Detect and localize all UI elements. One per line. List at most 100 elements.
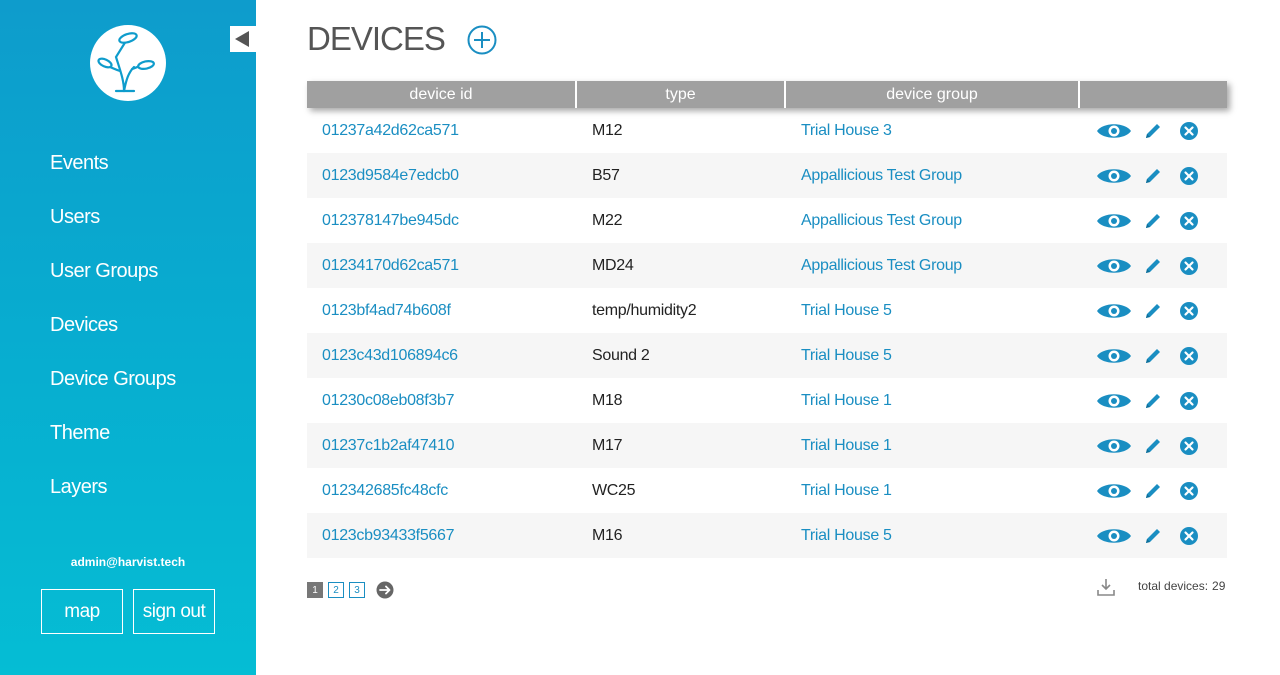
map-button[interactable]: map [41,589,123,634]
device-id-link[interactable]: 012342685fc48cfc [307,482,577,500]
sidebar-item-device-groups[interactable]: Device Groups [50,362,176,416]
pagination: 123 [307,581,394,599]
device-group-link[interactable]: Appallicious Test Group [786,167,1080,185]
column-header-type[interactable]: type [577,81,786,108]
page-button[interactable]: 3 [349,582,365,598]
sidebar-item-events[interactable]: Events [50,146,176,200]
total-devices-count: 29 [1212,579,1226,593]
edit-pencil-icon[interactable] [1143,423,1163,468]
view-icon[interactable] [1096,378,1132,423]
table-header: device id type device group [307,81,1227,108]
device-type: Sound 2 [592,346,650,364]
edit-pencil-icon[interactable] [1143,198,1163,243]
sidebar-item-users[interactable]: Users [50,200,176,254]
column-header-device-group[interactable]: device group [786,81,1080,108]
delete-x-icon[interactable] [1179,288,1199,333]
add-device-button[interactable] [467,25,497,55]
table-row: 0123cb93433f5667 M16 Trial House 5 [307,513,1227,558]
page-button[interactable]: 2 [328,582,344,598]
device-group-link[interactable]: Appallicious Test Group [786,212,1080,230]
edit-pencil-icon[interactable] [1143,243,1163,288]
device-group-link[interactable]: Trial House 1 [786,392,1080,410]
device-group-link[interactable]: Trial House 3 [786,122,1080,140]
device-id-link[interactable]: 0123c43d106894c6 [307,347,577,365]
edit-pencil-icon[interactable] [1143,333,1163,378]
user-email: admin@harvist.tech [70,555,186,569]
row-actions [1080,288,1227,333]
device-group-link[interactable]: Trial House 5 [786,302,1080,320]
sign-out-button[interactable]: sign out [133,589,215,634]
device-type: M22 [592,211,623,229]
table-row: 0123c43d106894c6 Sound 2 Trial House 5 [307,333,1227,378]
delete-x-icon[interactable] [1179,378,1199,423]
table-row: 01234170d62ca571 MD24 Appallicious Test Gr… [307,243,1227,288]
device-group-link[interactable]: Trial House 5 [786,347,1080,365]
harvist-logo-icon [97,32,155,93]
row-actions [1080,108,1227,153]
view-icon[interactable] [1096,513,1132,558]
delete-x-icon[interactable] [1179,108,1199,153]
device-id-link[interactable]: 01230c08eb08f3b7 [307,392,577,410]
sidebar: Events Users User Groups Devices Device … [0,0,256,675]
device-type: M17 [592,436,623,454]
device-group-link[interactable]: Trial House 5 [786,527,1080,545]
device-id-link[interactable]: 0123bf4ad74b608f [307,302,577,320]
device-id-link[interactable]: 0123d9584e7edcb0 [307,167,577,185]
row-actions [1080,333,1227,378]
table-row: 012342685fc48cfc WC25 Trial House 1 [307,468,1227,513]
device-type: M12 [592,121,623,139]
view-icon[interactable] [1096,423,1132,468]
edit-pencil-icon[interactable] [1143,378,1163,423]
device-type: B57 [592,166,620,184]
edit-pencil-icon[interactable] [1143,288,1163,333]
device-type: temp/humidity2 [592,301,697,319]
collapse-sidebar-button[interactable] [230,26,256,52]
table-row: 0123bf4ad74b608f temp/humidity2 Trial Hous… [307,288,1227,333]
delete-x-icon[interactable] [1179,243,1199,288]
view-icon[interactable] [1096,108,1132,153]
device-group-link[interactable]: Trial House 1 [786,437,1080,455]
sidebar-item-user-groups[interactable]: User Groups [50,254,176,308]
row-actions [1080,198,1227,243]
device-group-link[interactable]: Appallicious Test Group [786,257,1080,275]
edit-pencil-icon[interactable] [1143,513,1163,558]
edit-pencil-icon[interactable] [1143,153,1163,198]
page-button[interactable]: 1 [307,582,323,598]
sidebar-item-theme[interactable]: Theme [50,416,176,470]
view-icon[interactable] [1096,198,1132,243]
view-icon[interactable] [1096,153,1132,198]
device-id-link[interactable]: 01237a42d62ca571 [307,122,577,140]
view-icon[interactable] [1096,243,1132,288]
view-icon[interactable] [1096,288,1132,333]
sidebar-item-layers[interactable]: Layers [50,470,176,524]
arrow-left-icon [235,31,249,47]
delete-x-icon[interactable] [1179,333,1199,378]
device-id-link[interactable]: 01234170d62ca571 [307,257,577,275]
device-id-link[interactable]: 0123cb93433f5667 [307,527,577,545]
delete-x-icon[interactable] [1179,468,1199,513]
view-icon[interactable] [1096,468,1132,513]
delete-x-icon[interactable] [1179,198,1199,243]
column-header-actions [1080,81,1227,108]
plus-circle-icon [467,25,497,55]
delete-x-icon[interactable] [1179,153,1199,198]
download-icon [1097,579,1115,596]
page-title: DEVICES [307,20,446,57]
sidebar-item-devices[interactable]: Devices [50,308,176,362]
view-icon[interactable] [1096,333,1132,378]
column-header-device-id[interactable]: device id [307,81,577,108]
delete-x-icon[interactable] [1179,423,1199,468]
row-actions [1080,378,1227,423]
download-button[interactable] [1096,577,1116,597]
device-id-link[interactable]: 01237c1b2af47410 [307,437,577,455]
next-page-icon[interactable] [376,581,394,599]
edit-pencil-icon[interactable] [1143,468,1163,513]
delete-x-icon[interactable] [1179,513,1199,558]
table-row: 012378147be945dc M22 Appallicious Test Gro… [307,198,1227,243]
device-id-link[interactable]: 012378147be945dc [307,212,577,230]
table-row: 0123d9584e7edcb0 B57 Appallicious Test Gro… [307,153,1227,198]
device-type: MD24 [592,256,634,274]
edit-pencil-icon[interactable] [1143,108,1163,153]
device-group-link[interactable]: Trial House 1 [786,482,1080,500]
total-devices: total devices: 29 [1138,579,1225,593]
